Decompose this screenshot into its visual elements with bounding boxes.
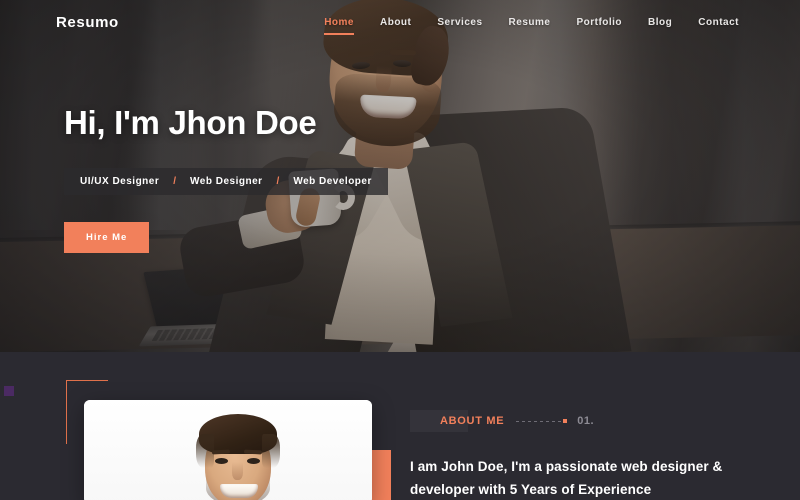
nav-item-home[interactable]: Home xyxy=(311,13,367,35)
site-header: Resumo Home About Services Resume Portfo… xyxy=(0,0,800,44)
hero-role-2: Web Designer xyxy=(190,176,263,187)
purple-square-decoration xyxy=(4,386,14,396)
role-separator-2: / xyxy=(276,176,280,187)
dashed-line-decoration xyxy=(516,420,563,422)
hire-me-button[interactable]: Hire Me xyxy=(64,222,150,253)
nav-item-contact[interactable]: Contact xyxy=(685,13,752,32)
dash-dot-decoration xyxy=(563,419,568,423)
nav-item-blog[interactable]: Blog xyxy=(635,13,685,32)
hero-role-3: Web Developer xyxy=(293,176,372,187)
page-title: Hi, I'm Jhon Doe xyxy=(64,104,317,141)
portrait-eye-left xyxy=(215,458,228,464)
hero-section: Hi, I'm Jhon Doe UI/UX Designer / Web De… xyxy=(0,0,800,352)
about-section-label: ABOUT ME xyxy=(440,415,505,427)
about-photo-card xyxy=(84,400,372,500)
hero-content: Hi, I'm Jhon Doe UI/UX Designer / Web De… xyxy=(64,104,388,253)
portrait-hair-right xyxy=(262,434,280,468)
about-section: ABOUT ME 01. I am John Doe, I'm a passio… xyxy=(0,352,800,500)
portrait-eyebrow-right xyxy=(243,449,263,455)
about-headline: I am John Doe, I'm a passionate web desi… xyxy=(410,459,723,498)
about-label-row: ABOUT ME 01. xyxy=(410,410,790,432)
site-logo[interactable]: Resumo xyxy=(56,14,119,31)
nav-item-resume[interactable]: Resume xyxy=(496,13,564,32)
page-root: Hi, I'm Jhon Doe UI/UX Designer / Web De… xyxy=(0,0,800,500)
nav-item-about[interactable]: About xyxy=(367,13,424,32)
hero-roles-bar: UI/UX Designer / Web Designer / Web Deve… xyxy=(64,168,388,195)
main-navigation: Home About Services Resume Portfolio Blo… xyxy=(311,13,752,35)
role-separator-1: / xyxy=(173,176,177,187)
portrait-eye-right xyxy=(247,458,260,464)
portrait-nose xyxy=(232,462,243,480)
hero-role-1: UI/UX Designer xyxy=(80,176,160,187)
portrait-smile xyxy=(220,484,258,498)
nav-item-services[interactable]: Services xyxy=(424,13,495,32)
about-section-number: 01. xyxy=(577,415,595,427)
about-text-column: ABOUT ME 01. I am John Doe, I'm a passio… xyxy=(410,410,790,500)
nav-item-portfolio[interactable]: Portfolio xyxy=(563,13,635,32)
